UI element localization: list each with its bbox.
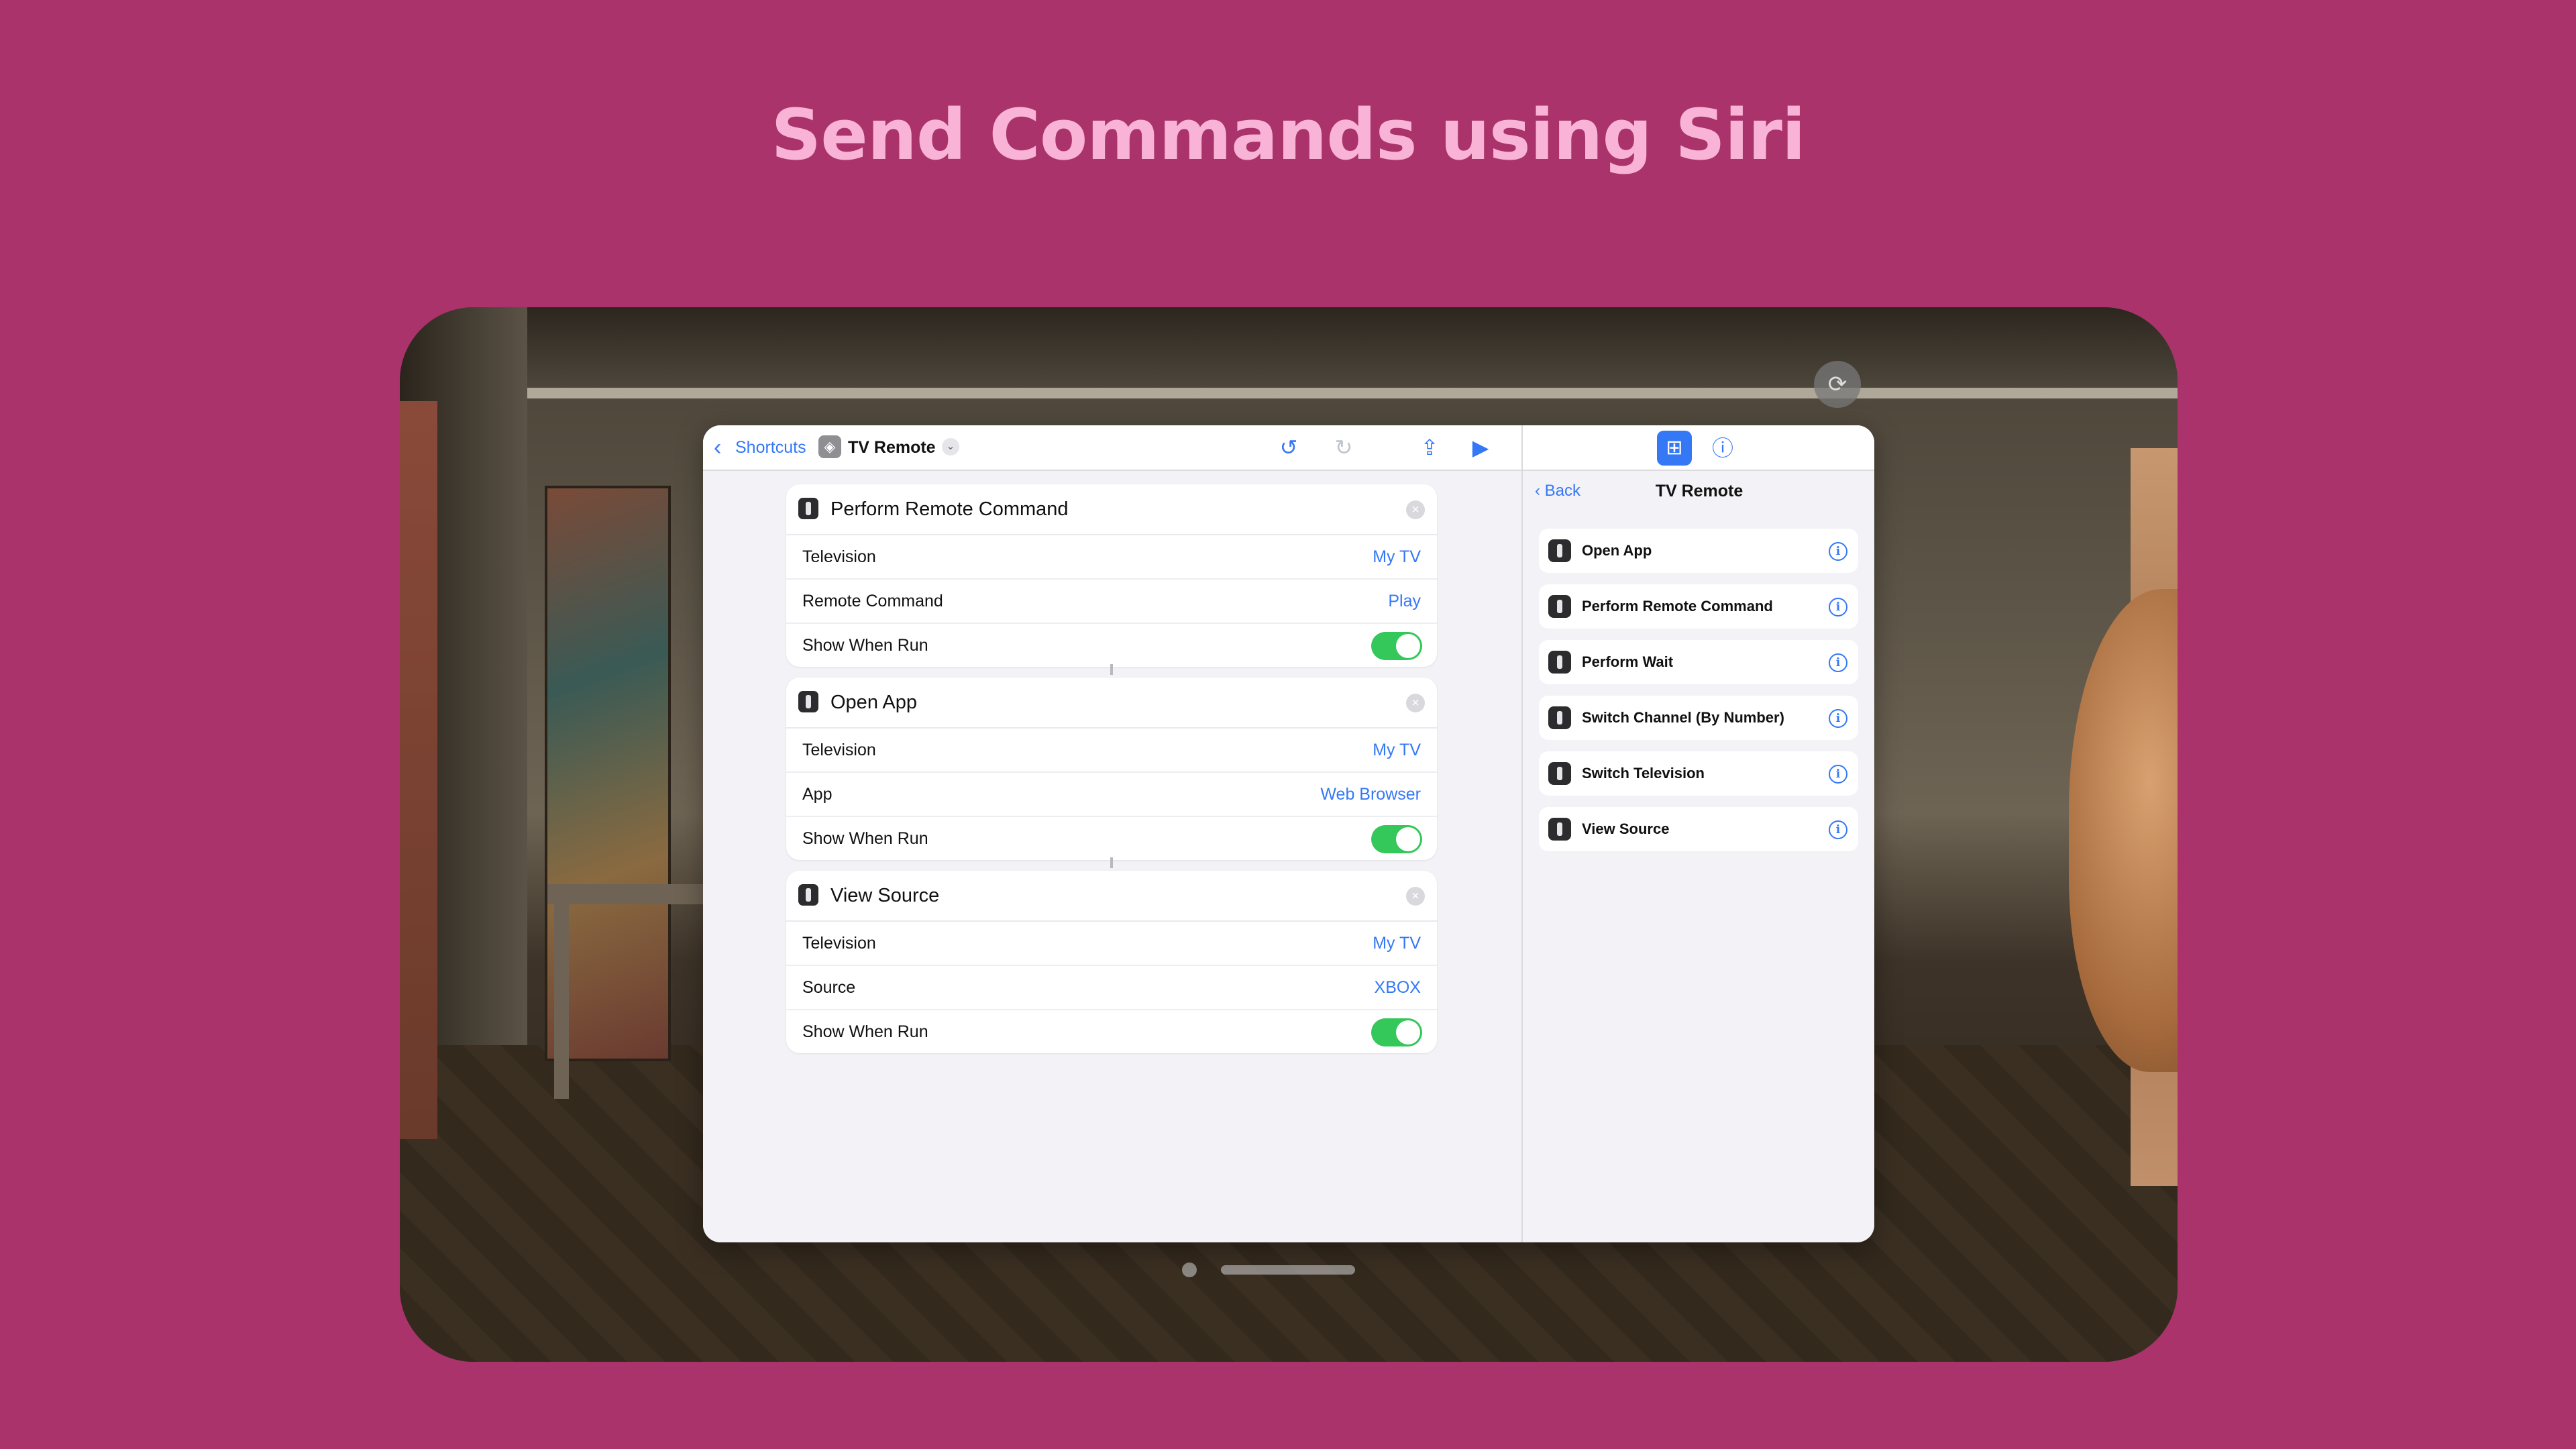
- action-card-open-app[interactable]: Open App × Television My TV App Web Brow…: [786, 678, 1437, 860]
- painting-edge: [400, 401, 437, 1139]
- remote-icon: [798, 884, 818, 906]
- sidebar-item-label: View Source: [1582, 820, 1670, 837]
- row-label: Source: [802, 978, 856, 997]
- home-indicator[interactable]: [1221, 1265, 1355, 1275]
- action-title: Perform Remote Command: [830, 498, 1069, 520]
- redo-icon[interactable]: ↻: [1327, 425, 1360, 470]
- sidebar-item-label: Switch Channel (By Number): [1582, 709, 1784, 726]
- info-icon[interactable]: i: [1829, 653, 1847, 672]
- app-parameter[interactable]: Web Browser: [1320, 773, 1421, 816]
- info-icon[interactable]: i: [1829, 598, 1847, 616]
- action-card-header: Open App ×: [786, 678, 1437, 729]
- chevron-left-icon[interactable]: ‹: [714, 425, 721, 470]
- action-title: Open App: [830, 692, 917, 713]
- shortcut-app-icon: ◈: [818, 435, 841, 458]
- action-row-television: Television My TV: [786, 729, 1437, 773]
- shortcuts-window: ‹ Shortcuts ◈ TV Remote ⌄ ↺ ↻ ⇪ ▶ Perfor…: [703, 425, 1874, 1242]
- action-card-view-source[interactable]: View Source × Television My TV Source XB…: [786, 871, 1437, 1053]
- share-icon[interactable]: ⇪: [1413, 425, 1446, 470]
- row-label: Television: [802, 934, 876, 953]
- row-label: Show When Run: [802, 829, 928, 848]
- action-row-source: Source XBOX: [786, 966, 1437, 1010]
- television-parameter[interactable]: My TV: [1373, 922, 1421, 965]
- show-when-run-toggle[interactable]: [1371, 1018, 1422, 1046]
- action-library-sidebar: ⊞ ⓘ TV Remote ‹ Back Open App i Perform …: [1521, 425, 1874, 1242]
- close-icon[interactable]: ×: [1406, 500, 1425, 519]
- action-card-perform-remote-command[interactable]: Perform Remote Command × Television My T…: [786, 484, 1437, 667]
- page-indicator-dot: [1182, 1263, 1197, 1277]
- shortcut-title[interactable]: TV Remote: [848, 425, 936, 470]
- headline: Send Commands using Siri: [771, 94, 1805, 176]
- action-row-show-when-run: Show When Run: [786, 624, 1437, 667]
- sidebar-item-open-app[interactable]: Open App i: [1539, 529, 1858, 573]
- remote-icon: [1548, 651, 1571, 674]
- undo-icon[interactable]: ↺: [1272, 425, 1305, 470]
- action-card-header: View Source ×: [786, 871, 1437, 922]
- remote-command-parameter[interactable]: Play: [1388, 580, 1421, 623]
- action-row-show-when-run: Show When Run: [786, 817, 1437, 860]
- action-title: View Source: [830, 885, 940, 906]
- action-row-television: Television My TV: [786, 535, 1437, 580]
- sidebar-item-label: Switch Television: [1582, 765, 1705, 782]
- close-icon[interactable]: ×: [1406, 694, 1425, 712]
- remote-icon: [1548, 706, 1571, 729]
- television-parameter[interactable]: My TV: [1373, 535, 1421, 578]
- sidebar-back-label: Back: [1544, 482, 1581, 500]
- action-row-remote-command: Remote Command Play: [786, 580, 1437, 624]
- close-icon[interactable]: ×: [1406, 887, 1425, 906]
- action-connector: [1110, 664, 1113, 675]
- action-library-icon[interactable]: ⊞: [1657, 431, 1692, 466]
- action-row-app: App Web Browser: [786, 773, 1437, 817]
- sidebar-item-switch-television[interactable]: Switch Television i: [1539, 751, 1858, 796]
- sidebar-item-switch-channel[interactable]: Switch Channel (By Number) i: [1539, 696, 1858, 740]
- info-icon[interactable]: i: [1829, 542, 1847, 561]
- row-label: Show When Run: [802, 1022, 928, 1041]
- info-icon[interactable]: i: [1829, 765, 1847, 784]
- remote-icon: [1548, 539, 1571, 562]
- remote-icon: [1548, 595, 1571, 618]
- gallery-ceiling: [527, 307, 2178, 388]
- action-row-television: Television My TV: [786, 922, 1437, 966]
- show-when-run-toggle[interactable]: [1371, 825, 1422, 853]
- sidebar-item-label: Perform Remote Command: [1582, 598, 1773, 614]
- ceiling-light-band: [527, 388, 2178, 398]
- row-label: Show When Run: [802, 636, 928, 655]
- shortcut-editor: ‹ Shortcuts ◈ TV Remote ⌄ ↺ ↻ ⇪ ▶ Perfor…: [703, 425, 1521, 1242]
- info-icon[interactable]: i: [1829, 709, 1847, 728]
- row-label: Television: [802, 547, 876, 566]
- device-frame: ⟳ ‹ Shortcuts ◈ TV Remote ⌄ ↺ ↻ ⇪ ▶ Perf…: [400, 307, 2178, 1362]
- sidebar-back-button[interactable]: ‹ Back: [1535, 470, 1580, 513]
- action-connector: [1110, 857, 1113, 868]
- vase: [2069, 589, 2178, 1072]
- row-label: App: [802, 785, 833, 804]
- sidebar-item-perform-remote-command[interactable]: Perform Remote Command i: [1539, 584, 1858, 629]
- shortcuts-back-button[interactable]: Shortcuts: [735, 425, 806, 470]
- source-parameter[interactable]: XBOX: [1375, 966, 1421, 1009]
- sidebar-item-label: Perform Wait: [1582, 653, 1674, 670]
- row-label: Television: [802, 741, 876, 759]
- sidebar-item-label: Open App: [1582, 542, 1652, 559]
- sidebar-toolbar: ⊞ ⓘ: [1523, 425, 1874, 471]
- remote-icon: [798, 691, 818, 712]
- sidebar-header: TV Remote ‹ Back: [1523, 470, 1874, 513]
- action-card-header: Perform Remote Command ×: [786, 484, 1437, 535]
- remote-icon: [1548, 818, 1571, 841]
- bench-leg: [554, 904, 569, 1099]
- remote-icon: [798, 498, 818, 519]
- remote-icon: [1548, 762, 1571, 785]
- show-when-run-toggle[interactable]: [1371, 632, 1422, 660]
- rotate-lock-icon[interactable]: ⟳: [1814, 361, 1861, 408]
- television-parameter[interactable]: My TV: [1373, 729, 1421, 771]
- sidebar-item-view-source[interactable]: View Source i: [1539, 807, 1858, 851]
- action-row-show-when-run: Show When Run: [786, 1010, 1437, 1053]
- row-label: Remote Command: [802, 592, 943, 610]
- sidebar-item-perform-wait[interactable]: Perform Wait i: [1539, 640, 1858, 684]
- editor-toolbar: ‹ Shortcuts ◈ TV Remote ⌄ ↺ ↻ ⇪ ▶: [703, 425, 1521, 471]
- play-icon[interactable]: ▶: [1464, 425, 1497, 470]
- info-icon[interactable]: i: [1829, 820, 1847, 839]
- chevron-down-icon[interactable]: ⌄: [942, 438, 959, 455]
- info-icon[interactable]: ⓘ: [1705, 431, 1740, 466]
